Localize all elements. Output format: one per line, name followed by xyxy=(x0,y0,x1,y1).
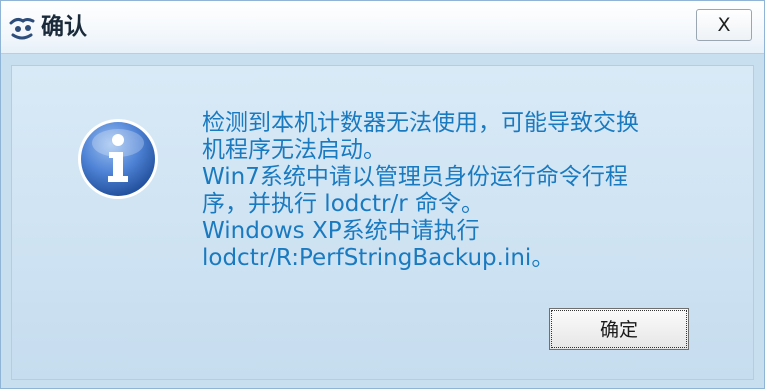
eye-logo-icon xyxy=(9,17,35,40)
dialog-body: 检测到本机计数器无法使用，可能导致交换 机程序无法启动。 Win7系统中请以管理… xyxy=(11,65,754,380)
window-title: 确认 xyxy=(41,14,87,40)
message-line: lodctr/R:PerfStringBackup.ini。 xyxy=(202,245,555,271)
message-line: 序，并执行 lodctr/r 命令。 xyxy=(202,191,485,217)
message-line: Windows XP系统中请执行 xyxy=(202,218,480,244)
message-line: 机程序无法启动。 xyxy=(202,137,386,163)
message-line: Win7系统中请以管理员身份运行命令行程 xyxy=(202,164,628,190)
ok-button-label: 确定 xyxy=(551,310,687,348)
info-icon xyxy=(78,119,158,199)
message-text: 检测到本机计数器无法使用，可能导致交换 机程序无法启动。 Win7系统中请以管理… xyxy=(202,110,742,272)
close-button[interactable]: X xyxy=(696,9,752,41)
message-line: 检测到本机计数器无法使用，可能导致交换 xyxy=(202,110,639,136)
ok-button[interactable]: 确定 xyxy=(549,308,689,350)
confirm-dialog: 确认 X 检测到本机计数器无法使用，可能导致交换 机程序无法启动。 Win7系统… xyxy=(0,0,765,389)
title-bar[interactable]: 确认 X xyxy=(1,1,764,54)
